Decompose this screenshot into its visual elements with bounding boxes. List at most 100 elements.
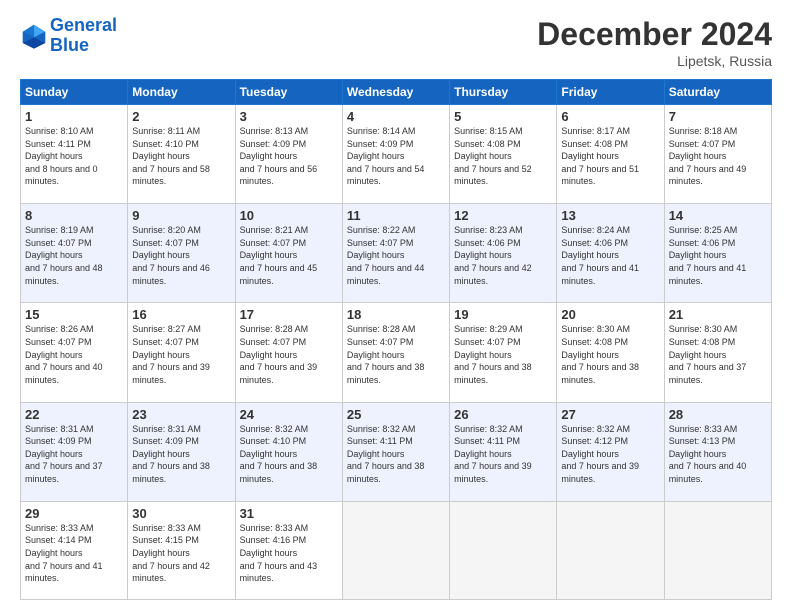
table-row: 10 Sunrise: 8:21 AM Sunset: 4:07 PM Dayl… [235, 204, 342, 303]
logo: General Blue [20, 16, 117, 56]
day-info: Sunrise: 8:28 AM Sunset: 4:07 PM Dayligh… [240, 323, 338, 386]
day-info: Sunrise: 8:21 AM Sunset: 4:07 PM Dayligh… [240, 224, 338, 287]
table-row: 20 Sunrise: 8:30 AM Sunset: 4:08 PM Dayl… [557, 303, 664, 402]
day-info: Sunrise: 8:20 AM Sunset: 4:07 PM Dayligh… [132, 224, 230, 287]
table-row: 22 Sunrise: 8:31 AM Sunset: 4:09 PM Dayl… [21, 402, 128, 501]
day-number: 3 [240, 109, 338, 124]
day-number: 12 [454, 208, 552, 223]
day-number: 14 [669, 208, 767, 223]
header: General Blue December 2024 Lipetsk, Russ… [20, 16, 772, 69]
day-number: 20 [561, 307, 659, 322]
day-number: 13 [561, 208, 659, 223]
calendar-header-row: Sunday Monday Tuesday Wednesday Thursday… [21, 80, 772, 105]
day-info: Sunrise: 8:33 AM Sunset: 4:16 PM Dayligh… [240, 522, 338, 585]
day-number: 23 [132, 407, 230, 422]
calendar-week-row: 22 Sunrise: 8:31 AM Sunset: 4:09 PM Dayl… [21, 402, 772, 501]
table-row: 17 Sunrise: 8:28 AM Sunset: 4:07 PM Dayl… [235, 303, 342, 402]
table-row: 11 Sunrise: 8:22 AM Sunset: 4:07 PM Dayl… [342, 204, 449, 303]
day-info: Sunrise: 8:26 AM Sunset: 4:07 PM Dayligh… [25, 323, 123, 386]
table-row: 18 Sunrise: 8:28 AM Sunset: 4:07 PM Dayl… [342, 303, 449, 402]
day-number: 21 [669, 307, 767, 322]
calendar-week-row: 29 Sunrise: 8:33 AM Sunset: 4:14 PM Dayl… [21, 501, 772, 599]
day-number: 26 [454, 407, 552, 422]
calendar-week-row: 8 Sunrise: 8:19 AM Sunset: 4:07 PM Dayli… [21, 204, 772, 303]
day-info: Sunrise: 8:19 AM Sunset: 4:07 PM Dayligh… [25, 224, 123, 287]
title-block: December 2024 Lipetsk, Russia [537, 16, 772, 69]
logo-text: General Blue [50, 16, 117, 56]
table-row: 27 Sunrise: 8:32 AM Sunset: 4:12 PM Dayl… [557, 402, 664, 501]
calendar-table: Sunday Monday Tuesday Wednesday Thursday… [20, 79, 772, 600]
day-number: 9 [132, 208, 230, 223]
table-row: 1 Sunrise: 8:10 AM Sunset: 4:11 PM Dayli… [21, 105, 128, 204]
table-row [664, 501, 771, 599]
table-row: 26 Sunrise: 8:32 AM Sunset: 4:11 PM Dayl… [450, 402, 557, 501]
day-info: Sunrise: 8:28 AM Sunset: 4:07 PM Dayligh… [347, 323, 445, 386]
day-info: Sunrise: 8:32 AM Sunset: 4:11 PM Dayligh… [454, 423, 552, 486]
month-title: December 2024 [537, 16, 772, 53]
table-row [342, 501, 449, 599]
table-row: 2 Sunrise: 8:11 AM Sunset: 4:10 PM Dayli… [128, 105, 235, 204]
table-row: 24 Sunrise: 8:32 AM Sunset: 4:10 PM Dayl… [235, 402, 342, 501]
col-thursday: Thursday [450, 80, 557, 105]
day-number: 27 [561, 407, 659, 422]
col-tuesday: Tuesday [235, 80, 342, 105]
day-number: 15 [25, 307, 123, 322]
day-number: 24 [240, 407, 338, 422]
day-number: 28 [669, 407, 767, 422]
location: Lipetsk, Russia [537, 53, 772, 69]
table-row: 28 Sunrise: 8:33 AM Sunset: 4:13 PM Dayl… [664, 402, 771, 501]
day-info: Sunrise: 8:29 AM Sunset: 4:07 PM Dayligh… [454, 323, 552, 386]
day-number: 10 [240, 208, 338, 223]
page: General Blue December 2024 Lipetsk, Russ… [0, 0, 792, 612]
day-info: Sunrise: 8:32 AM Sunset: 4:12 PM Dayligh… [561, 423, 659, 486]
calendar-week-row: 15 Sunrise: 8:26 AM Sunset: 4:07 PM Dayl… [21, 303, 772, 402]
day-info: Sunrise: 8:33 AM Sunset: 4:14 PM Dayligh… [25, 522, 123, 585]
table-row: 6 Sunrise: 8:17 AM Sunset: 4:08 PM Dayli… [557, 105, 664, 204]
day-info: Sunrise: 8:32 AM Sunset: 4:11 PM Dayligh… [347, 423, 445, 486]
day-info: Sunrise: 8:11 AM Sunset: 4:10 PM Dayligh… [132, 125, 230, 188]
day-number: 16 [132, 307, 230, 322]
table-row: 12 Sunrise: 8:23 AM Sunset: 4:06 PM Dayl… [450, 204, 557, 303]
table-row: 25 Sunrise: 8:32 AM Sunset: 4:11 PM Dayl… [342, 402, 449, 501]
day-info: Sunrise: 8:27 AM Sunset: 4:07 PM Dayligh… [132, 323, 230, 386]
table-row: 3 Sunrise: 8:13 AM Sunset: 4:09 PM Dayli… [235, 105, 342, 204]
day-info: Sunrise: 8:33 AM Sunset: 4:13 PM Dayligh… [669, 423, 767, 486]
col-friday: Friday [557, 80, 664, 105]
day-number: 2 [132, 109, 230, 124]
day-number: 22 [25, 407, 123, 422]
day-number: 7 [669, 109, 767, 124]
day-info: Sunrise: 8:22 AM Sunset: 4:07 PM Dayligh… [347, 224, 445, 287]
day-number: 29 [25, 506, 123, 521]
day-info: Sunrise: 8:25 AM Sunset: 4:06 PM Dayligh… [669, 224, 767, 287]
day-number: 25 [347, 407, 445, 422]
day-number: 11 [347, 208, 445, 223]
table-row: 30 Sunrise: 8:33 AM Sunset: 4:15 PM Dayl… [128, 501, 235, 599]
table-row: 16 Sunrise: 8:27 AM Sunset: 4:07 PM Dayl… [128, 303, 235, 402]
table-row: 21 Sunrise: 8:30 AM Sunset: 4:08 PM Dayl… [664, 303, 771, 402]
day-number: 6 [561, 109, 659, 124]
table-row: 14 Sunrise: 8:25 AM Sunset: 4:06 PM Dayl… [664, 204, 771, 303]
table-row: 8 Sunrise: 8:19 AM Sunset: 4:07 PM Dayli… [21, 204, 128, 303]
table-row [557, 501, 664, 599]
table-row: 23 Sunrise: 8:31 AM Sunset: 4:09 PM Dayl… [128, 402, 235, 501]
day-info: Sunrise: 8:33 AM Sunset: 4:15 PM Dayligh… [132, 522, 230, 585]
day-number: 19 [454, 307, 552, 322]
day-info: Sunrise: 8:10 AM Sunset: 4:11 PM Dayligh… [25, 125, 123, 188]
table-row: 15 Sunrise: 8:26 AM Sunset: 4:07 PM Dayl… [21, 303, 128, 402]
table-row: 9 Sunrise: 8:20 AM Sunset: 4:07 PM Dayli… [128, 204, 235, 303]
table-row: 7 Sunrise: 8:18 AM Sunset: 4:07 PM Dayli… [664, 105, 771, 204]
day-number: 31 [240, 506, 338, 521]
day-number: 18 [347, 307, 445, 322]
calendar-week-row: 1 Sunrise: 8:10 AM Sunset: 4:11 PM Dayli… [21, 105, 772, 204]
col-sunday: Sunday [21, 80, 128, 105]
day-info: Sunrise: 8:30 AM Sunset: 4:08 PM Dayligh… [669, 323, 767, 386]
table-row: 31 Sunrise: 8:33 AM Sunset: 4:16 PM Dayl… [235, 501, 342, 599]
day-info: Sunrise: 8:24 AM Sunset: 4:06 PM Dayligh… [561, 224, 659, 287]
day-info: Sunrise: 8:23 AM Sunset: 4:06 PM Dayligh… [454, 224, 552, 287]
table-row: 29 Sunrise: 8:33 AM Sunset: 4:14 PM Dayl… [21, 501, 128, 599]
day-number: 5 [454, 109, 552, 124]
day-info: Sunrise: 8:14 AM Sunset: 4:09 PM Dayligh… [347, 125, 445, 188]
table-row: 4 Sunrise: 8:14 AM Sunset: 4:09 PM Dayli… [342, 105, 449, 204]
day-number: 1 [25, 109, 123, 124]
day-info: Sunrise: 8:31 AM Sunset: 4:09 PM Dayligh… [132, 423, 230, 486]
